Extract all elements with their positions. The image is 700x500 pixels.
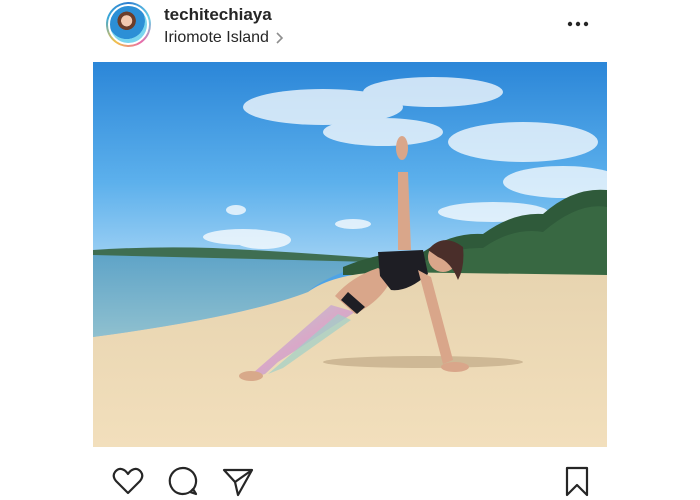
- profile-avatar[interactable]: [106, 2, 151, 47]
- location-label: Iriomote Island: [164, 29, 269, 46]
- avatar-image: [108, 4, 149, 45]
- post-header: techitechiaya Iriomote Island: [0, 0, 700, 52]
- heart-icon[interactable]: [111, 464, 145, 498]
- location-link[interactable]: Iriomote Island: [164, 29, 284, 47]
- beach-yoga-image: [93, 62, 607, 447]
- post-photo[interactable]: [93, 62, 607, 447]
- more-options-icon[interactable]: [566, 16, 590, 32]
- speech-bubble-icon[interactable]: [166, 464, 200, 498]
- username-link[interactable]: techitechiaya: [164, 5, 272, 25]
- action-bar: [0, 458, 700, 500]
- paper-plane-icon[interactable]: [221, 464, 255, 498]
- chevron-right-icon: [276, 32, 284, 44]
- bookmark-icon[interactable]: [560, 464, 594, 498]
- instagram-post: techitechiaya Iriomote Island: [0, 0, 700, 500]
